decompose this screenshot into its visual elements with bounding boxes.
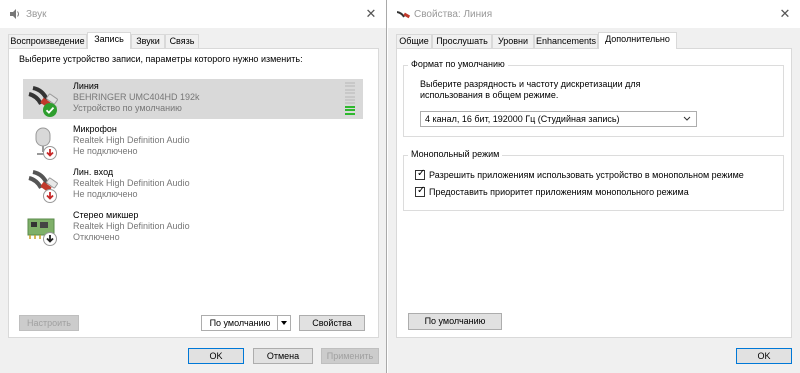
- device-model: Realtek High Definition Audio: [73, 221, 190, 231]
- chevron-down-icon: [682, 114, 692, 126]
- close-button[interactable]: ✕: [356, 0, 386, 28]
- level-meter-segment: [345, 95, 355, 98]
- device-name: Линия: [73, 81, 99, 91]
- device-name: Лин. вход: [73, 167, 114, 177]
- tab-enhancements[interactable]: Enhancements: [534, 34, 598, 48]
- tab-panel: Формат по умолчанию Выберите разрядность…: [396, 48, 792, 338]
- device-model: BEHRINGER UMC404HD 192k: [73, 92, 200, 102]
- format-description: Выберите разрядность и частоту дискретиз…: [420, 79, 641, 89]
- green-check-icon: [43, 103, 57, 119]
- tab-general[interactable]: Общие: [396, 34, 432, 48]
- close-button[interactable]: ✕: [770, 0, 800, 28]
- list-item[interactable]: Лин. вход Realtek High Definition Audio …: [23, 165, 363, 205]
- tab-recording[interactable]: Запись: [87, 32, 131, 49]
- apply-button[interactable]: Применить: [321, 348, 379, 364]
- ok-button[interactable]: OK: [188, 348, 244, 364]
- tab-listen[interactable]: Прослушать: [432, 34, 492, 48]
- exclusive-priority-label[interactable]: Предоставить приоритет приложениям моноп…: [429, 187, 689, 197]
- window-title: Звук: [26, 9, 47, 20]
- level-meter-segment: [345, 88, 355, 91]
- tab-sounds[interactable]: Звуки: [131, 34, 165, 48]
- level-meter-segment: [345, 109, 355, 112]
- list-item[interactable]: Стерео микшер Realtek High Definition Au…: [23, 208, 363, 248]
- exclusive-mode-group: Монопольный режим ✓ Разрешить приложения…: [403, 149, 784, 211]
- tab-levels[interactable]: Уровни: [492, 34, 534, 48]
- set-default-button[interactable]: По умолчанию: [201, 315, 291, 331]
- level-meter-segment: [345, 85, 355, 88]
- speaker-icon: [9, 8, 21, 20]
- level-meter: [345, 82, 355, 116]
- red-down-arrow-icon: [43, 146, 57, 162]
- window-title: Свойства: Линия: [414, 9, 493, 20]
- level-meter-segment: [345, 92, 355, 95]
- device-status: Не подключено: [73, 189, 138, 199]
- group-title: Монопольный режим: [408, 149, 503, 159]
- ok-button[interactable]: OK: [736, 348, 792, 364]
- line-in-cable-icon: [396, 8, 411, 20]
- dropdown-arrow-icon[interactable]: [277, 316, 290, 330]
- tab-panel: Выберите устройство записи, параметры ко…: [8, 48, 379, 338]
- device-status: Отключено: [73, 232, 120, 242]
- title-bar[interactable]: Свойства: Линия ✕: [388, 0, 800, 28]
- level-meter-segment: [345, 82, 355, 84]
- set-default-label: По умолчанию: [209, 318, 271, 328]
- level-meter-segment: [345, 105, 355, 108]
- tab-communications[interactable]: Связь: [165, 34, 199, 48]
- level-meter-segment: [345, 98, 355, 101]
- configure-button[interactable]: Настроить: [19, 315, 79, 331]
- format-select[interactable]: 4 канал, 16 бит, 192000 Гц (Студийная за…: [420, 111, 697, 127]
- red-down-arrow-icon: [43, 189, 57, 205]
- list-item[interactable]: Линия BEHRINGER UMC404HD 192k Устройство…: [23, 79, 363, 119]
- device-status: Устройство по умолчанию: [73, 103, 182, 113]
- sound-dialog: Звук ✕ Воспроизведение Запись Звуки Связ…: [0, 0, 387, 373]
- instruction-text: Выберите устройство записи, параметры ко…: [19, 54, 303, 64]
- device-model: Realtek High Definition Audio: [73, 178, 190, 188]
- device-name: Стерео микшер: [73, 210, 139, 220]
- checkmark-icon: ✓: [417, 185, 426, 196]
- checkmark-icon: ✓: [417, 168, 426, 179]
- exclusive-allow-label[interactable]: Разрешить приложениям использовать устро…: [429, 170, 744, 180]
- device-status: Не подключено: [73, 146, 138, 156]
- title-bar[interactable]: Звук ✕: [0, 0, 386, 28]
- properties-button[interactable]: Свойства: [299, 315, 365, 331]
- exclusive-allow-checkbox[interactable]: ✓: [415, 168, 426, 180]
- properties-dialog: Свойства: Линия ✕ Общие Прослушать Уровн…: [388, 0, 800, 373]
- list-item[interactable]: Микрофон Realtek High Definition Audio Н…: [23, 122, 363, 162]
- level-meter-segment: [345, 112, 355, 115]
- cancel-button[interactable]: Отмена: [253, 348, 313, 364]
- exclusive-priority-checkbox[interactable]: ✓: [415, 185, 426, 197]
- level-meter-segment: [345, 102, 355, 105]
- format-description: использования в общем режиме.: [420, 90, 559, 100]
- restore-defaults-button[interactable]: По умолчанию: [408, 313, 502, 330]
- device-name: Микрофон: [73, 124, 117, 134]
- format-select-value: 4 канал, 16 бит, 192000 Гц (Студийная за…: [425, 114, 620, 124]
- black-down-arrow-icon: [43, 232, 57, 248]
- tab-advanced[interactable]: Дополнительно: [598, 32, 677, 49]
- tab-playback[interactable]: Воспроизведение: [8, 34, 87, 48]
- device-list: Линия BEHRINGER UMC404HD 192k Устройство…: [19, 73, 371, 301]
- group-title: Формат по умолчанию: [408, 59, 508, 69]
- device-model: Realtek High Definition Audio: [73, 135, 190, 145]
- default-format-group: Формат по умолчанию Выберите разрядность…: [403, 59, 784, 137]
